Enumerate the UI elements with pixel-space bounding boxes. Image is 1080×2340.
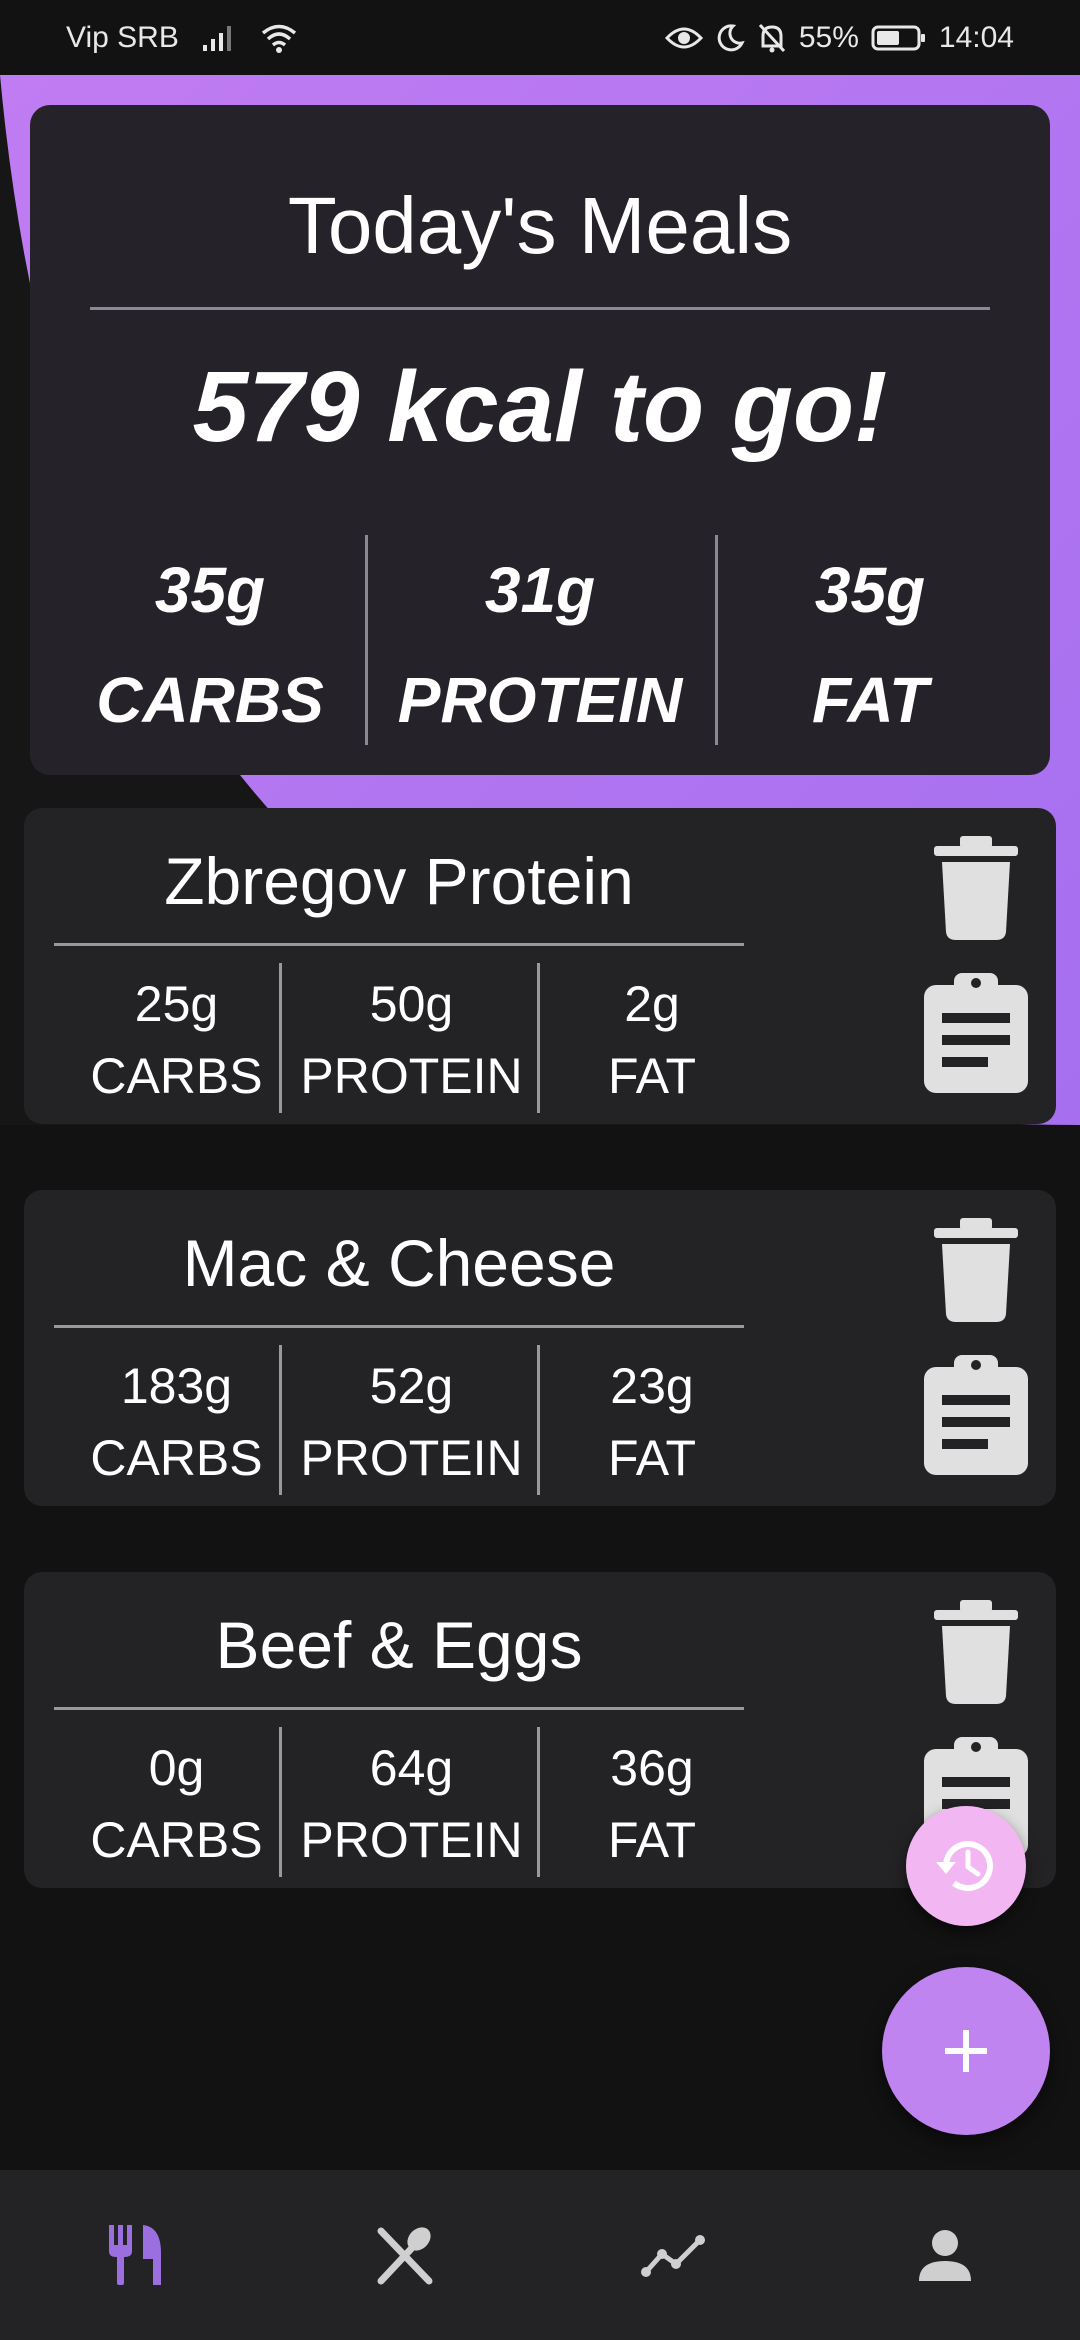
meal-protein: 64g PROTEIN — [284, 1732, 539, 1876]
meal-carbs: 25g CARBS — [54, 968, 299, 1112]
page-title: Today's Meals — [287, 181, 793, 270]
summary-carbs-value: 35g — [154, 554, 266, 626]
meal-protein-value: 64g — [369, 1740, 454, 1796]
meal-fat: 36g FAT — [542, 1732, 762, 1876]
carrier-name: Vip SRB — [66, 20, 179, 54]
macro-separator — [279, 963, 282, 1113]
summary-fat-value: 35g — [814, 554, 926, 626]
meal-name: Mac & Cheese — [182, 1226, 616, 1300]
progress-icon — [641, 2235, 705, 2277]
meal-protein-label: PROTEIN — [300, 1812, 523, 1868]
meal-fat-value: 36g — [610, 1740, 694, 1796]
delete-meal-button[interactable] — [934, 1600, 1018, 1704]
meal-carbs-label: CARBS — [90, 1812, 263, 1868]
meal-protein-value: 52g — [369, 1358, 454, 1414]
history-button[interactable] — [906, 1806, 1026, 1926]
nav-progress[interactable] — [540, 2170, 810, 2340]
battery-icon — [871, 25, 925, 50]
meal-details-button[interactable] — [920, 973, 1032, 1093]
meal-protein-value: 50g — [369, 976, 454, 1032]
meal-fat-value: 2g — [624, 976, 680, 1032]
meal-carbs-label: CARBS — [90, 1048, 263, 1104]
profile-icon — [919, 2230, 971, 2281]
add-meal-button[interactable] — [882, 1967, 1050, 2135]
summary-carbs: 35g CARBS — [60, 535, 360, 755]
summary-protein: 31g PROTEIN — [370, 535, 710, 755]
meal-carbs-value: 0g — [148, 1740, 205, 1796]
food-icon — [377, 2227, 433, 2285]
meal-carbs-value: 25g — [134, 976, 219, 1032]
meal-card[interactable]: Beef & Eggs 0g CARBS 64g PROTEIN 36g FAT — [24, 1572, 1056, 1888]
signal-icon — [202, 25, 231, 51]
meal-protein: 50g PROTEIN — [284, 968, 539, 1112]
battery-percent: 55% — [798, 20, 859, 54]
eye-icon — [664, 27, 703, 48]
meal-name: Zbregov Protein — [164, 844, 634, 918]
kcal-remaining: 579 kcal to go! — [192, 351, 888, 463]
history-icon — [936, 1841, 993, 1892]
meal-divider — [54, 943, 744, 946]
meal-fat-value: 23g — [610, 1358, 694, 1414]
macro-separator — [537, 1727, 540, 1877]
nav-foods[interactable] — [270, 2170, 540, 2340]
meal-fat-label: FAT — [608, 1048, 696, 1104]
meal-name: Beef & Eggs — [215, 1608, 583, 1682]
bell-off-icon — [758, 23, 785, 52]
meal-protein-label: PROTEIN — [300, 1430, 523, 1486]
summary-fat-label: FAT — [811, 664, 929, 736]
macro-separator — [365, 535, 368, 745]
meal-carbs: 0g CARBS — [54, 1732, 299, 1876]
clock-time: 14:04 — [938, 20, 1014, 54]
summary-protein-label: PROTEIN — [397, 664, 683, 736]
meal-details-button[interactable] — [920, 1355, 1032, 1475]
summary-protein-value: 31g — [484, 554, 596, 626]
summary-fat: 35g FAT — [720, 535, 1020, 755]
meals-icon — [109, 2225, 161, 2285]
meal-carbs: 183g CARBS — [54, 1350, 299, 1494]
macro-separator — [715, 535, 718, 745]
delete-meal-button[interactable] — [934, 1218, 1018, 1322]
macro-separator — [279, 1345, 282, 1495]
meal-card[interactable]: Mac & Cheese 183g CARBS 52g PROTEIN 23g … — [24, 1190, 1056, 1506]
meal-divider — [54, 1707, 744, 1710]
delete-meal-button[interactable] — [934, 836, 1018, 940]
meal-fat-label: FAT — [608, 1812, 696, 1868]
summary-carbs-label: CARBS — [96, 664, 324, 736]
meal-carbs-value: 183g — [120, 1358, 233, 1414]
wifi-icon — [261, 24, 296, 53]
meal-fat: 2g FAT — [542, 968, 762, 1112]
macro-separator — [537, 1345, 540, 1495]
meal-protein: 52g PROTEIN — [284, 1350, 539, 1494]
meal-carbs-label: CARBS — [90, 1430, 263, 1486]
status-bar: Vip SRB 55% 14:04 — [0, 0, 1080, 75]
meal-fat: 23g FAT — [542, 1350, 762, 1494]
macro-separator — [279, 1727, 282, 1877]
nav-profile[interactable] — [810, 2170, 1080, 2340]
title-divider — [90, 307, 990, 310]
moon-icon — [717, 23, 745, 51]
nav-meals[interactable] — [0, 2170, 270, 2340]
meal-card[interactable]: Zbregov Protein 25g CARBS 50g PROTEIN 2g… — [24, 808, 1056, 1124]
meal-fat-label: FAT — [608, 1430, 696, 1486]
macro-separator — [537, 963, 540, 1113]
meal-divider — [54, 1325, 744, 1328]
daily-summary-card: Today's Meals 579 kcal to go! 35g CARBS … — [30, 105, 1050, 775]
plus-icon — [945, 2030, 987, 2072]
meal-protein-label: PROTEIN — [300, 1048, 523, 1104]
bottom-navigation — [0, 2170, 1080, 2340]
